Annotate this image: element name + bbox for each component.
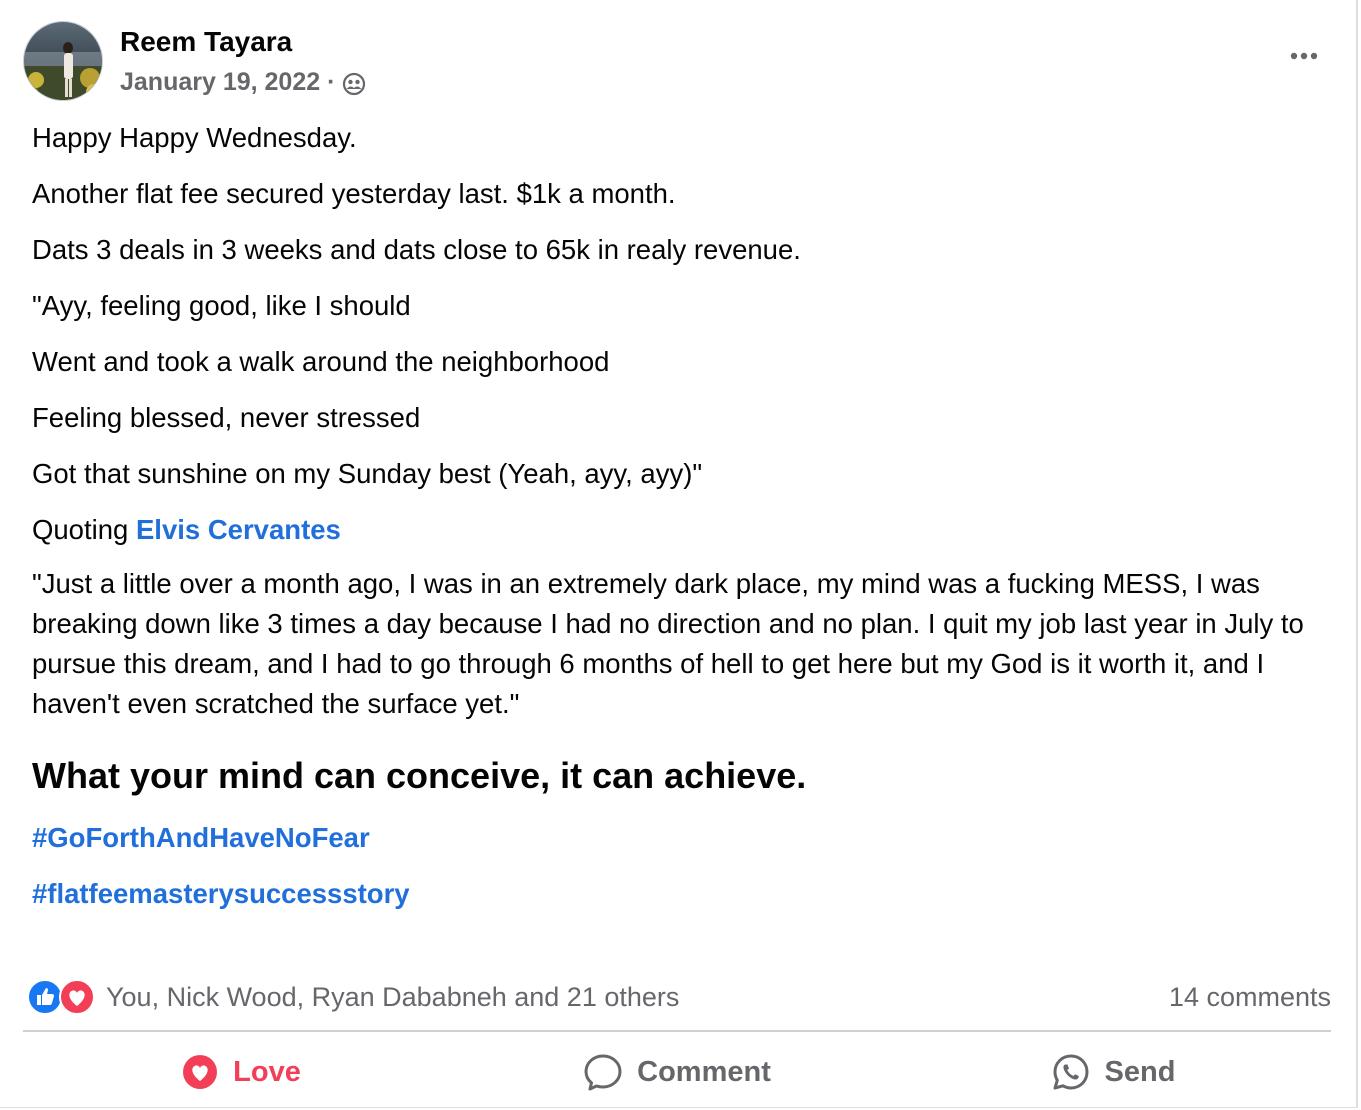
quoted-text: "Just a little over a month ago, I was i…	[32, 568, 1304, 719]
meta-separator: ·	[327, 68, 336, 96]
author-name[interactable]: Reem Tayara	[120, 26, 292, 58]
avatar[interactable]	[23, 21, 103, 101]
post-paragraph: Went and took a walk around the neighbor…	[32, 346, 610, 377]
love-button[interactable]: Love	[23, 1040, 459, 1104]
send-label: Send	[1104, 1055, 1176, 1088]
hashtag-link[interactable]: #flatfeemasterysuccessstory	[32, 874, 1316, 914]
love-icon	[58, 978, 96, 1016]
post-date[interactable]: January 19, 2022	[120, 67, 320, 97]
post-paragraph: Another flat fee secured yesterday last.…	[32, 178, 676, 209]
post-paragraph: Got that sunshine on my Sunday best (Yea…	[32, 458, 703, 489]
post-header: Reem Tayara January 19, 2022 ·	[23, 21, 1326, 103]
comment-button[interactable]: Comment	[459, 1040, 895, 1104]
comment-label: Comment	[637, 1055, 771, 1088]
post-meta: January 19, 2022 ·	[120, 67, 366, 97]
headline-text: What your mind can conceive, it can achi…	[32, 755, 807, 796]
reactions-summary[interactable]: You, Nick Wood, Ryan Dababneh and 21 oth…	[26, 978, 679, 1016]
post-card: Reem Tayara January 19, 2022 · Happy Hap	[0, 0, 1358, 1108]
quoted-person-link[interactable]: Elvis Cervantes	[136, 514, 341, 545]
send-button[interactable]: Send	[895, 1040, 1331, 1104]
comments-count[interactable]: 14 comments	[1169, 982, 1331, 1013]
post-stats: You, Nick Wood, Ryan Dababneh and 21 oth…	[26, 976, 1331, 1018]
love-icon	[181, 1053, 219, 1091]
love-label: Love	[233, 1055, 301, 1088]
friends-icon[interactable]	[342, 72, 366, 96]
post-paragraph: Feeling blessed, never stressed	[32, 402, 421, 433]
quoting-line: Quoting Elvis Cervantes	[32, 510, 1316, 550]
action-bar: Love Comment Send	[23, 1040, 1331, 1104]
post-body: Happy Happy Wednesday. Another flat fee …	[32, 118, 1316, 930]
post-paragraph: Dats 3 deals in 3 weeks and dats close t…	[32, 234, 801, 265]
quoting-prefix: Quoting	[32, 514, 129, 545]
more-dots-icon[interactable]	[1286, 41, 1326, 71]
reactions-text: You, Nick Wood, Ryan Dababneh and 21 oth…	[106, 981, 680, 1012]
post-paragraph: Happy Happy Wednesday.	[32, 122, 357, 153]
comment-icon	[583, 1052, 623, 1092]
reaction-icons	[26, 978, 96, 1016]
hashtag-link[interactable]: #GoForthAndHaveNoFear	[32, 818, 1316, 858]
whatsapp-icon	[1051, 1052, 1091, 1092]
divider	[23, 1030, 1331, 1032]
post-paragraph: "Ayy, feeling good, like I should	[32, 290, 411, 321]
